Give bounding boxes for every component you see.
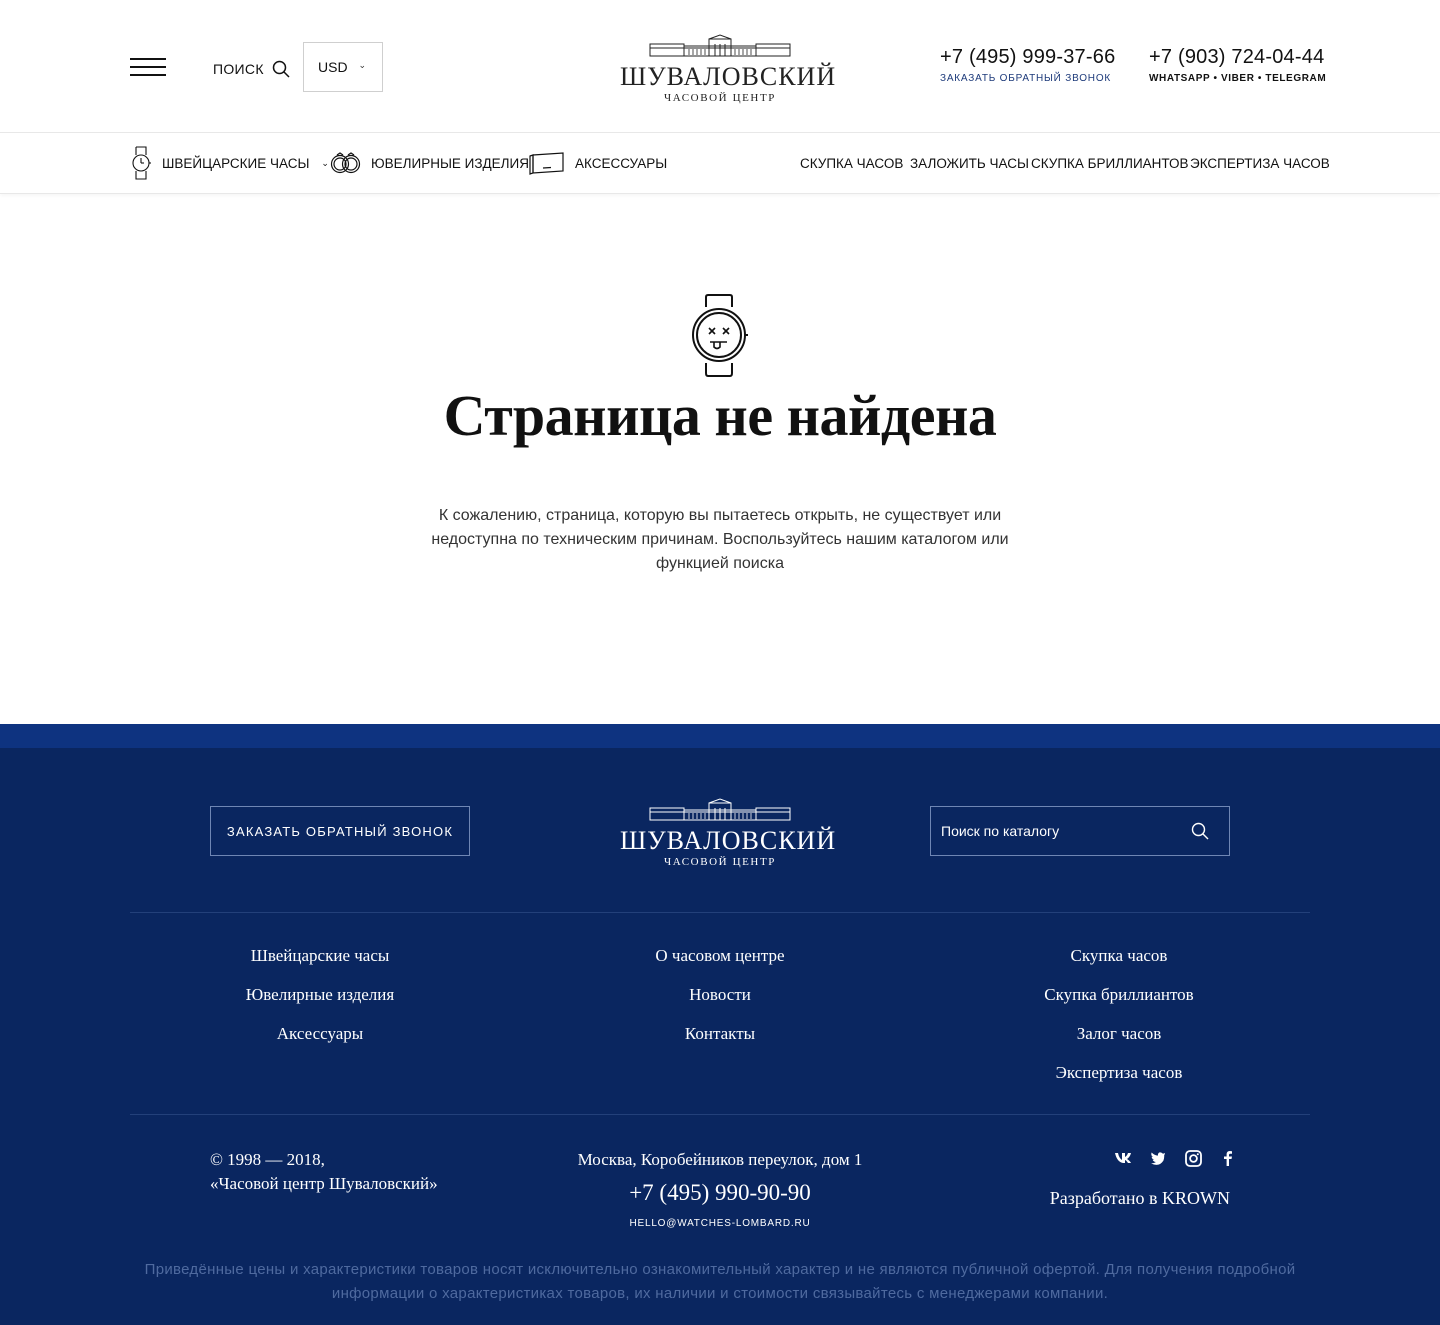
copyright: © 1998 — 2018, «Часовой центр Шуваловски… xyxy=(210,1148,438,1196)
search-icon xyxy=(272,60,290,78)
building-logo-icon xyxy=(649,798,791,821)
footer-divider xyxy=(130,1114,1310,1115)
phone-number-messengers[interactable]: +7 (903) 724-04-44 xyxy=(1149,46,1326,69)
nav-item-label: АКСЕССУАРЫ xyxy=(575,155,668,171)
copyright-years: © 1998 — 2018, xyxy=(210,1150,325,1169)
footer-link[interactable]: Швейцарские часы xyxy=(160,944,480,968)
footer-links-services: Скупка часов Скупка бриллиантов Залог ча… xyxy=(959,944,1279,1100)
developer-credit[interactable]: Разработано в KROWN xyxy=(1050,1188,1230,1209)
footer-search-input[interactable] xyxy=(931,807,1181,855)
menu-burger-button[interactable] xyxy=(130,58,166,78)
phone-block-messengers: +7 (903) 724-04-44 WHATSAPP • VIBER • TE… xyxy=(1149,46,1326,84)
nav-item-label: ЭКСПЕРТИЗА ЧАСОВ xyxy=(1190,155,1330,171)
header-search-label: ПОИСК xyxy=(213,61,264,77)
footer-links-company: О часовом центре Новости Контакты xyxy=(560,944,880,1061)
page-title: Страница не найдена xyxy=(443,383,997,448)
error-404-section: Страница не найдена К сожалению, страниц… xyxy=(0,194,1440,724)
copyright-company: «Часовой центр Шуваловский» xyxy=(210,1174,438,1193)
footer-links-catalog: Швейцарские часы Ювелирные изделия Аксес… xyxy=(160,944,480,1061)
footer-link[interactable]: Ювелирные изделия xyxy=(160,983,480,1007)
header-search-button[interactable]: ПОИСК xyxy=(213,58,290,80)
nav-item-accessories[interactable]: АКСЕССУАРЫ xyxy=(529,133,667,193)
callback-link[interactable]: ЗАКАЗАТЬ ОБРАТНЫЙ ЗВОНОК xyxy=(940,73,1115,84)
main-nav: ШВЕЙЦАРСКИЕ ЧАСЫ ⌄ ЮВЕЛИРНЫЕ ИЗДЕЛИЯ АКС… xyxy=(0,132,1440,194)
nav-item-watch-buyout[interactable]: СКУПКА ЧАСОВ xyxy=(800,133,903,193)
phone-block-main: +7 (495) 999-37-66 ЗАКАЗАТЬ ОБРАТНЫЙ ЗВО… xyxy=(940,46,1115,84)
nav-item-label: ЮВЕЛИРНЫЕ ИЗДЕЛИЯ xyxy=(371,155,529,171)
nav-item-label: ЗАЛОЖИТЬ ЧАСЫ xyxy=(910,155,1029,171)
twitter-icon[interactable] xyxy=(1147,1148,1169,1168)
footer-divider xyxy=(130,912,1310,913)
instagram-icon[interactable] xyxy=(1182,1148,1204,1168)
error-description: К сожалению, страница, которую вы пытает… xyxy=(431,507,1009,572)
footer-search-box xyxy=(930,806,1230,856)
footer-link[interactable]: Скупка часов xyxy=(959,944,1279,968)
footer-phone[interactable]: +7 (495) 990-90-90 xyxy=(520,1180,920,1206)
footer-link[interactable]: Новости xyxy=(560,983,880,1007)
building-logo-icon xyxy=(649,34,791,57)
logo-subtitle: ЧАСОВОЙ ЦЕНТР xyxy=(663,856,777,868)
vk-icon[interactable] xyxy=(1112,1148,1134,1168)
footer-link[interactable]: Экспертиза часов xyxy=(959,1061,1279,1085)
header-logo[interactable]: ШУВАЛОВСКИЙ ЧАСОВОЙ ЦЕНТР xyxy=(620,34,837,110)
facebook-icon[interactable] xyxy=(1217,1148,1239,1168)
nav-item-watch-expertise[interactable]: ЭКСПЕРТИЗА ЧАСОВ xyxy=(1190,133,1330,193)
logo-name: ШУВАЛОВСКИЙ xyxy=(620,62,837,91)
broken-watch-icon xyxy=(692,294,748,377)
footer-link[interactable]: Аксессуары xyxy=(160,1022,480,1046)
footer-callback-button[interactable]: ЗАКАЗАТЬ ОБРАТНЫЙ ЗВОНОК xyxy=(210,806,470,856)
footer-link[interactable]: Контакты xyxy=(560,1022,880,1046)
footer-email[interactable]: HELLO@WATCHES-LOMBARD.RU xyxy=(520,1218,920,1229)
chevron-down-icon: ⌄ xyxy=(358,60,366,70)
box-icon xyxy=(529,152,564,175)
logo-subtitle: ЧАСОВОЙ ЦЕНТР xyxy=(663,92,777,104)
logo-name: ШУВАЛОВСКИЙ xyxy=(620,826,837,855)
search-icon[interactable] xyxy=(1191,822,1209,840)
footer-link[interactable]: О часовом центре xyxy=(560,944,880,968)
nav-item-diamond-buyout[interactable]: СКУПКА БРИЛЛИАНТОВ xyxy=(1031,133,1189,193)
nav-item-label: СКУПКА ЧАСОВ xyxy=(800,155,904,171)
currency-value: USD xyxy=(318,59,348,75)
nav-item-label: СКУПКА БРИЛЛИАНТОВ xyxy=(1031,155,1189,171)
rings-icon xyxy=(330,152,361,174)
watch-icon xyxy=(132,146,151,180)
footer-link[interactable]: Залог часов xyxy=(959,1022,1279,1046)
messengers-list: WHATSAPP • VIBER • TELEGRAM xyxy=(1149,73,1327,84)
social-links xyxy=(1112,1148,1239,1168)
footer-stripe xyxy=(0,724,1440,748)
footer-logo[interactable]: ШУВАЛОВСКИЙ ЧАСОВОЙ ЦЕНТР xyxy=(620,798,837,874)
nav-item-swiss-watches[interactable]: ШВЕЙЦАРСКИЕ ЧАСЫ ⌄ xyxy=(130,133,329,193)
nav-item-pawn-watches[interactable]: ЗАЛОЖИТЬ ЧАСЫ xyxy=(910,133,1029,193)
footer-link[interactable]: Скупка бриллиантов xyxy=(959,983,1279,1007)
site-header: ПОИСК USD ⌄ ШУВАЛОВСКИЙ ЧАСОВОЙ ЦЕНТР +7… xyxy=(0,0,1440,132)
chevron-down-icon: ⌄ xyxy=(321,157,329,168)
price-disclaimer: Приведённые цены и характеристики товаро… xyxy=(144,1261,1296,1302)
phone-number-main[interactable]: +7 (495) 999-37-66 xyxy=(940,46,1115,69)
site-footer: ЗАКАЗАТЬ ОБРАТНЫЙ ЗВОНОК ШУВАЛОВСКИЙ ЧАС… xyxy=(0,748,1440,1325)
address: Москва, Коробейников переулок, дом 1 xyxy=(577,1150,863,1169)
nav-item-jewelry[interactable]: ЮВЕЛИРНЫЕ ИЗДЕЛИЯ xyxy=(330,133,529,193)
footer-contacts: Москва, Коробейников переулок, дом 1 +7 … xyxy=(520,1148,920,1229)
nav-item-label: ШВЕЙЦАРСКИЕ ЧАСЫ xyxy=(162,155,310,171)
currency-select[interactable]: USD ⌄ xyxy=(303,42,383,92)
